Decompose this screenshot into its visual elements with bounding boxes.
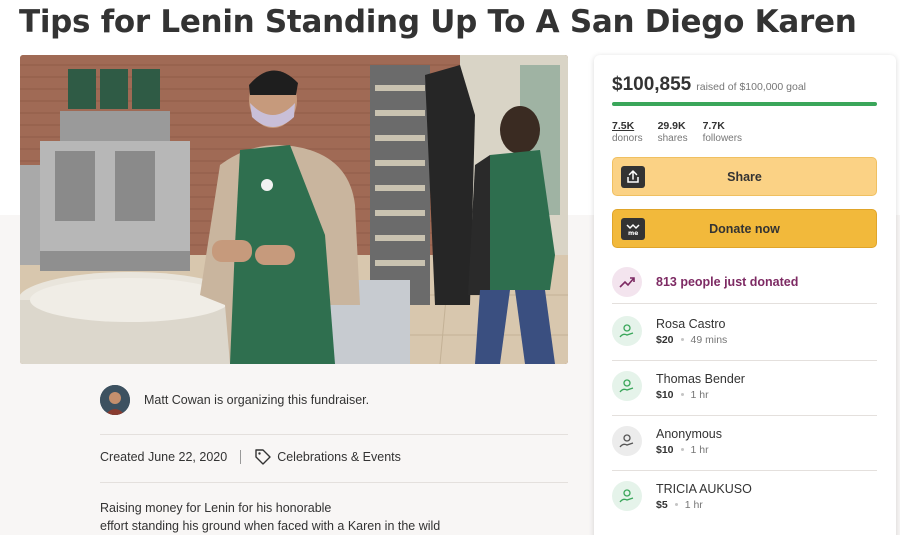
donation-item: Thomas Bender $10 1 hr [612,366,877,406]
stat-value: 7.7K [702,120,725,132]
donor-hand-glyph [619,434,634,448]
recent-donations-text: 813 people just donated [656,275,799,289]
donation-sidebar-card: $100,855 raised of $100,000 goal 7.5K do… [594,55,896,535]
donor-meta: $20 49 mins [656,334,727,346]
campaign-photo[interactable] [20,55,568,364]
campaign-stats: 7.5K donors 29.9K shares 7.7K followers [612,120,742,144]
donor-hand-glyph [619,379,634,393]
donation-item: TRICIA AUKUSO $5 1 hr [612,476,877,516]
donate-glyph: me [626,223,640,236]
raised-summary: $100,855 raised of $100,000 goal [612,74,806,96]
donate-icon: me [621,218,645,240]
donor-hand-icon [612,371,642,401]
meta-dot [674,503,678,506]
share-button[interactable]: Share [612,157,877,196]
campaign-meta: Created June 22, 2020 Celebrations & Eve… [100,448,401,466]
description-line: Raising money for Lenin for his honorabl… [100,501,332,515]
stat-followers: 7.7K followers [703,120,742,144]
donor-name: Anonymous [656,426,723,441]
meta-separator [240,450,242,464]
donor-hand-icon [612,481,642,511]
divider [100,434,568,435]
svg-text:me: me [628,230,638,236]
stat-value: 29.9K [657,120,686,132]
recent-donations-row[interactable]: 813 people just donated [612,261,877,303]
donation-time: 1 hr [690,443,709,456]
meta-dot [680,393,684,396]
progress-fill [612,102,877,106]
divider [612,470,877,471]
donor-hand-glyph [619,489,634,503]
meta-dot [680,338,684,341]
donation-amount: $20 [656,333,674,346]
donation-amount: $10 [656,443,674,456]
donor-info: TRICIA AUKUSO $5 1 hr [656,482,752,511]
donor-name: TRICIA AUKUSO [656,481,752,496]
donation-time: 1 hr [684,498,703,511]
goal-text: raised of $100,000 goal [696,81,807,93]
donate-button-label: Donate now [709,221,780,236]
stat-label: donors [612,133,643,144]
donation-amount: $10 [656,388,674,401]
stat-label: followers [702,133,743,144]
donor-meta: $10 1 hr [656,389,745,401]
donor-meta: $5 1 hr [656,499,752,511]
share-upload-glyph [627,170,639,183]
donor-name: Thomas Bender [656,371,745,386]
meta-dot [680,448,684,451]
share-upload-icon [621,166,645,188]
donation-time: 49 mins [690,333,728,346]
donation-amount: $5 [656,498,668,511]
stat-shares: 29.9K shares [658,120,688,144]
description-line: effort standing his ground when faced wi… [100,519,441,533]
organizer-row: Matt Cowan is organizing this fundraiser… [100,384,570,416]
divider [100,482,568,483]
avatar-illustration [100,385,130,415]
progress-bar [612,102,877,106]
donation-time: 1 hr [690,388,709,401]
divider [612,303,877,304]
stat-donors[interactable]: 7.5K donors [612,120,643,144]
donor-info: Anonymous $10 1 hr [656,427,722,456]
donor-name: Rosa Castro [656,316,726,331]
donor-meta: $10 1 hr [656,444,722,456]
campaign-description: Raising money for Lenin for his honorabl… [100,499,530,535]
organizer-text: Matt Cowan is organizing this fundraiser… [144,393,370,407]
page-title: Tips for Lenin Standing Up To A San Dieg… [19,4,857,40]
stat-label: shares [657,133,688,144]
donation-item: Rosa Castro $20 49 mins [612,311,877,351]
donation-item: Anonymous $10 1 hr [612,421,877,461]
tag-icon [255,449,271,465]
divider [612,360,877,361]
donor-hand-glyph [619,324,634,338]
donor-info: Thomas Bender $10 1 hr [656,372,745,401]
donor-info: Rosa Castro $20 49 mins [656,317,727,346]
divider [612,415,877,416]
stat-value: 7.5K [612,120,635,132]
trending-up-glyph [619,277,635,288]
donor-hand-icon [612,426,642,456]
campaign-photo-illustration [20,55,568,364]
donor-hand-icon [612,316,642,346]
created-date: Created June 22, 2020 [100,450,228,464]
raised-amount: $100,855 [612,74,692,95]
trending-up-icon [612,267,642,297]
share-button-label: Share [727,169,762,184]
organizer-avatar[interactable] [100,385,130,415]
category-link[interactable]: Celebrations & Events [277,450,401,464]
donate-button[interactable]: me Donate now [612,209,877,248]
